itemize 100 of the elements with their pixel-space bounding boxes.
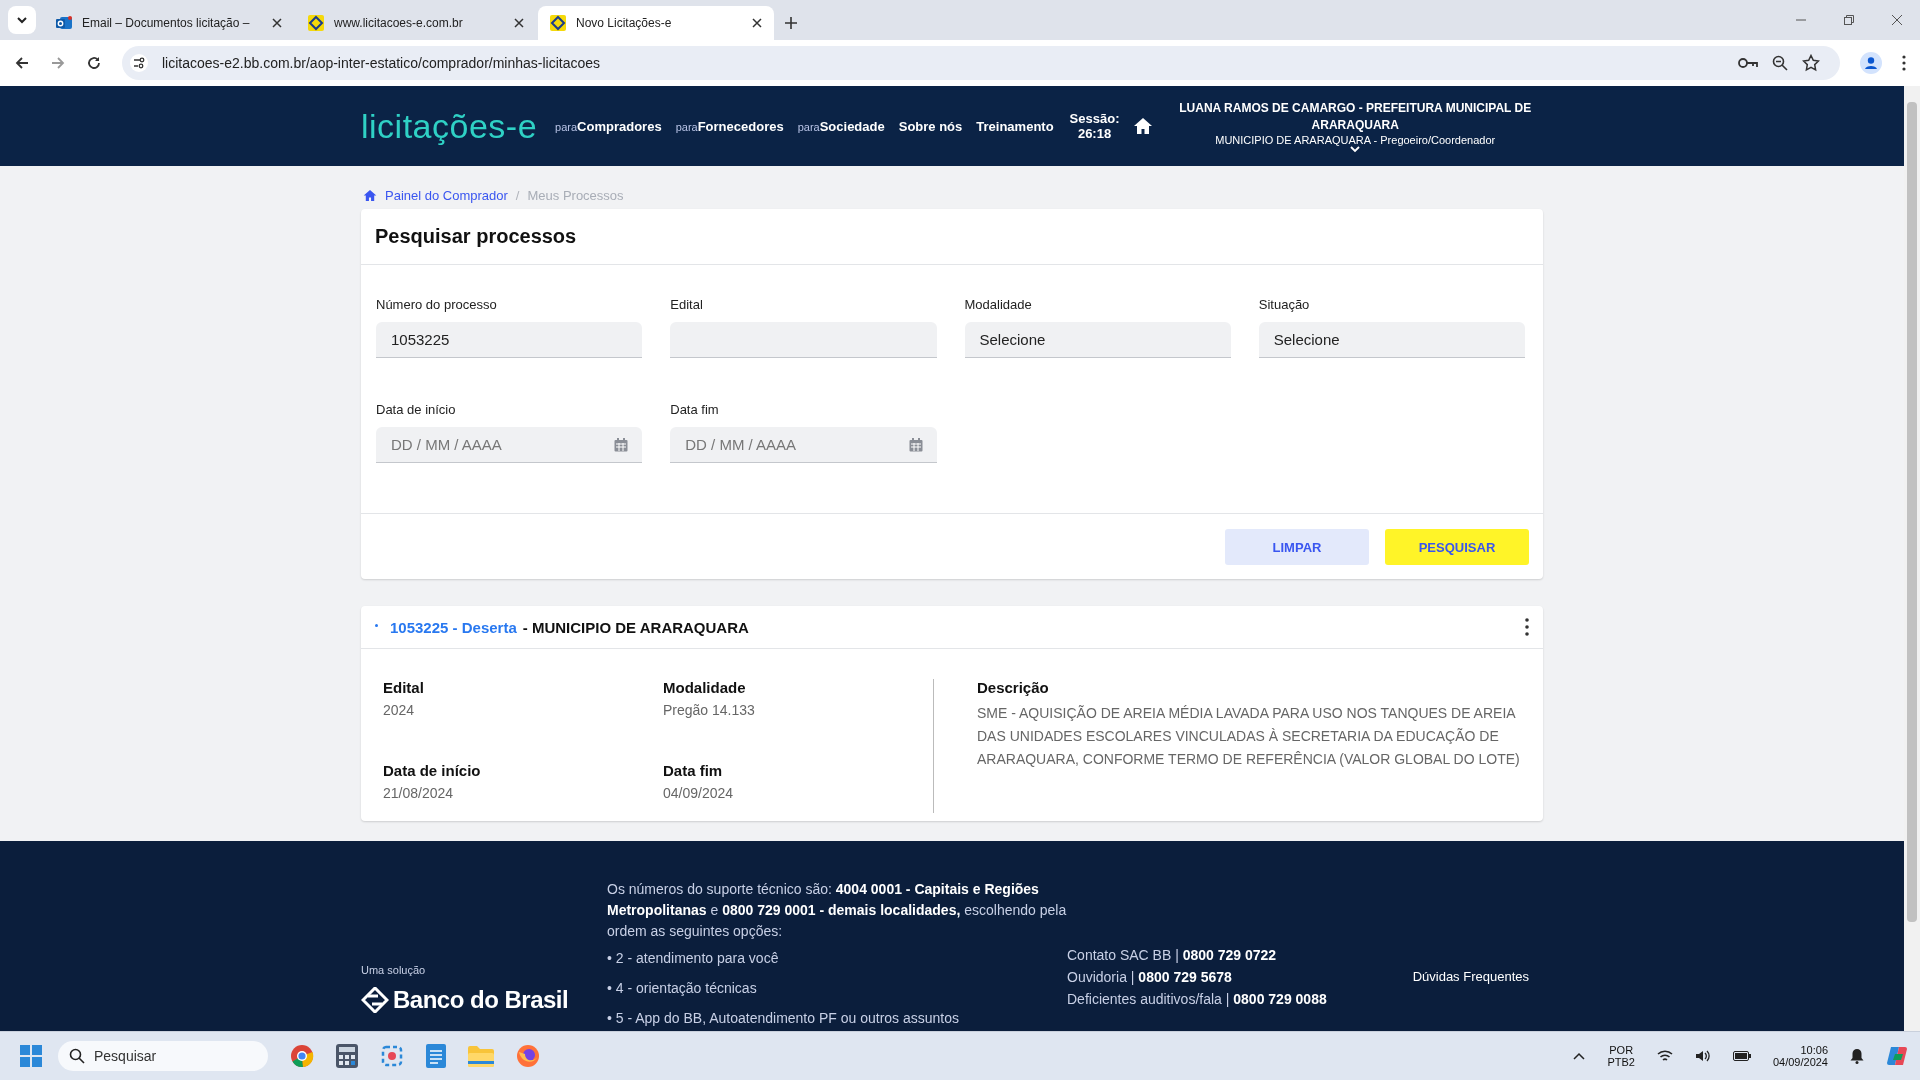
wifi-icon[interactable] — [1656, 1049, 1673, 1063]
more-menu-icon[interactable] — [1902, 55, 1906, 71]
select-field[interactable]: Selecione — [1258, 322, 1525, 358]
detail-value: Pregão 14.133 — [663, 702, 756, 718]
field-label: Edital — [670, 297, 704, 312]
faq-link[interactable]: Dúvidas Frequentes — [1412, 969, 1529, 984]
text-field[interactable]: 1053225 — [376, 322, 643, 358]
search-button[interactable]: PESQUISAR — [1385, 529, 1529, 565]
close-icon[interactable] — [514, 18, 524, 28]
calculator-icon[interactable] — [336, 1044, 358, 1068]
detail-value: 2024 — [383, 702, 416, 718]
windows-start-icon[interactable] — [20, 1045, 42, 1067]
site-settings-icon[interactable] — [130, 54, 148, 72]
detail-value: 21/08/2024 — [383, 785, 455, 801]
nav-link[interactable]: paraSociedade — [797, 118, 885, 134]
battery-icon[interactable] — [1732, 1050, 1751, 1062]
user-role: MUNICIPIO DE ARARAQUARA - Pregoeiro/Coordenador — [1215, 133, 1496, 146]
detail-label: Edital — [383, 679, 425, 696]
notepad-icon[interactable] — [426, 1044, 446, 1068]
home-icon[interactable] — [1133, 117, 1154, 135]
reload-icon[interactable] — [86, 55, 102, 71]
clock-date[interactable]: 04/09/2024 — [1772, 1056, 1828, 1068]
support-text: Os números do suporte técnico são: 4004 0001 - Capitais e Regiões Metropolitanas e 0800 729 0001 - demais localidades, escolhendo pela ordem as seguintes opções: — [607, 880, 1067, 941]
process-entity: - MUNICIPIO DE ARARAQUARA — [522, 618, 749, 636]
tab-title: Novo Licitações-e — [576, 16, 673, 30]
bell-icon[interactable] — [1850, 1048, 1864, 1064]
key-icon[interactable] — [1738, 56, 1758, 70]
support-option: • 2 - atendimento para você — [607, 948, 1067, 969]
date-field[interactable]: DD / MM / AAAA — [376, 427, 643, 463]
new-tab-icon[interactable] — [784, 16, 798, 30]
taskbar-search-field[interactable]: Pesquisar — [58, 1041, 268, 1071]
tab-title: Email – Documentos licitação – — [82, 16, 251, 30]
contact-line: Ouvidoria | 0800 729 5678 — [1067, 967, 1233, 987]
select-field[interactable]: Selecione — [964, 322, 1231, 358]
card-title: Pesquisar processos — [361, 209, 1543, 265]
support-option: • 5 - App do BB, Autoatendimento PF ou outros assuntos — [607, 1008, 1067, 1029]
brand-name: Banco do Brasil — [393, 985, 569, 1014]
site-logo[interactable]: licitações-e — [361, 106, 538, 146]
snipping-tool-icon[interactable] — [380, 1044, 404, 1068]
breadcrumb-link[interactable]: Painel do Comprador — [385, 188, 508, 203]
nav-link[interactable]: paraFornecedores — [675, 118, 784, 134]
process-link[interactable]: 1053225 - Deserta — [390, 618, 517, 636]
keyboard-layout-indicator[interactable]: PTB2 — [1607, 1056, 1635, 1068]
star-icon[interactable] — [1802, 54, 1820, 72]
solution-label: Uma solução — [361, 963, 427, 976]
diamond-logo-icon — [550, 15, 566, 31]
text-field[interactable] — [670, 322, 937, 358]
search-icon — [69, 1048, 85, 1064]
close-icon[interactable] — [272, 18, 282, 28]
bullet-dot — [375, 624, 378, 627]
detail-label: Descrição — [977, 679, 1050, 696]
forward-arrow-icon[interactable] — [50, 55, 66, 71]
close-icon[interactable] — [1891, 14, 1903, 26]
calendar-icon[interactable] — [908, 438, 923, 452]
firefox-browser-icon[interactable] — [516, 1044, 540, 1068]
chevron-down-icon — [16, 14, 28, 26]
browser-tab[interactable]: Email – Documentos licitação – — [44, 6, 294, 40]
detail-label: Modalidade — [663, 679, 747, 696]
restore-icon[interactable] — [1843, 14, 1855, 26]
close-icon[interactable] — [752, 18, 762, 28]
url-text: licitacoes-e2.bb.com.br/aop-inter-estatico/comprador/minhas-licitacoes — [162, 55, 601, 71]
speaker-icon[interactable] — [1694, 1049, 1711, 1063]
tab-list-button[interactable] — [8, 6, 36, 34]
contact-line: Contato SAC BB | 0800 729 0722 — [1067, 945, 1278, 965]
diamond-logo-icon — [308, 15, 324, 31]
field-label: Data fim — [670, 402, 720, 417]
folder-icon[interactable] — [468, 1045, 494, 1067]
session-label: Sessão: — [1069, 111, 1120, 126]
user-name: LUANA RAMOS DE CAMARGO - PREFEITURA MUNICIPAL DE ARARAQUARA — [1178, 99, 1533, 134]
clock-time[interactable]: 10:06 — [1800, 1044, 1828, 1056]
detail-label: Data de início — [383, 762, 482, 779]
bank-logo-icon — [361, 986, 389, 1013]
chevron-down-icon[interactable] — [1350, 145, 1361, 153]
chevron-up-icon[interactable] — [1573, 1052, 1586, 1060]
back-arrow-icon[interactable] — [14, 55, 30, 71]
nav-link[interactable]: Treinamento — [976, 118, 1054, 134]
profile-avatar-icon[interactable] — [1860, 52, 1882, 74]
zoom-out-icon[interactable] — [1772, 55, 1788, 71]
calendar-icon[interactable] — [614, 438, 629, 452]
field-label: Situação — [1258, 297, 1311, 312]
language-indicator[interactable]: POR — [1609, 1044, 1634, 1056]
session-timer: 26:18 — [1077, 126, 1112, 141]
detail-label: Data fim — [663, 762, 724, 779]
more-menu-icon[interactable] — [1525, 618, 1529, 636]
detail-value: 04/09/2024 — [663, 785, 735, 801]
chrome-browser-icon[interactable] — [290, 1044, 314, 1068]
browser-tab[interactable]: www.licitacoes-e.com.br — [296, 6, 536, 40]
field-label: Modalidade — [964, 297, 1033, 312]
date-field[interactable]: DD / MM / AAAA — [670, 427, 937, 463]
clear-button[interactable]: LIMPAR — [1225, 529, 1369, 565]
nav-link[interactable]: Sobre nós — [898, 118, 963, 134]
field-label: Número do processo — [376, 297, 498, 312]
field-label: Data de início — [376, 402, 457, 417]
copilot-icon[interactable] — [1886, 1045, 1908, 1067]
contact-line: Deficientes auditivos/fala | 0800 729 0088 — [1067, 989, 1328, 1009]
mail-app-icon — [56, 15, 72, 31]
browser-tab[interactable]: Novo Licitações-e — [538, 6, 774, 40]
address-bar[interactable]: licitacoes-e2.bb.com.br/aop-inter-estatico/comprador/minhas-licitacoes — [122, 46, 1840, 80]
nav-link[interactable]: paraCompradores — [555, 118, 662, 134]
description-text: SME - AQUISIÇÃO DE AREIA MÉDIA LAVADA PARA USO NOS TANQUES DE AREIA DAS UNIDADES ESCOLARES VINCULADAS À SECRETARIA DA EDUCAÇÃO DE ARARAQUARA, CONFORME TERMO DE REFERÊNCIA (VALOR GLOBAL DO LOTE) — [977, 704, 1521, 769]
